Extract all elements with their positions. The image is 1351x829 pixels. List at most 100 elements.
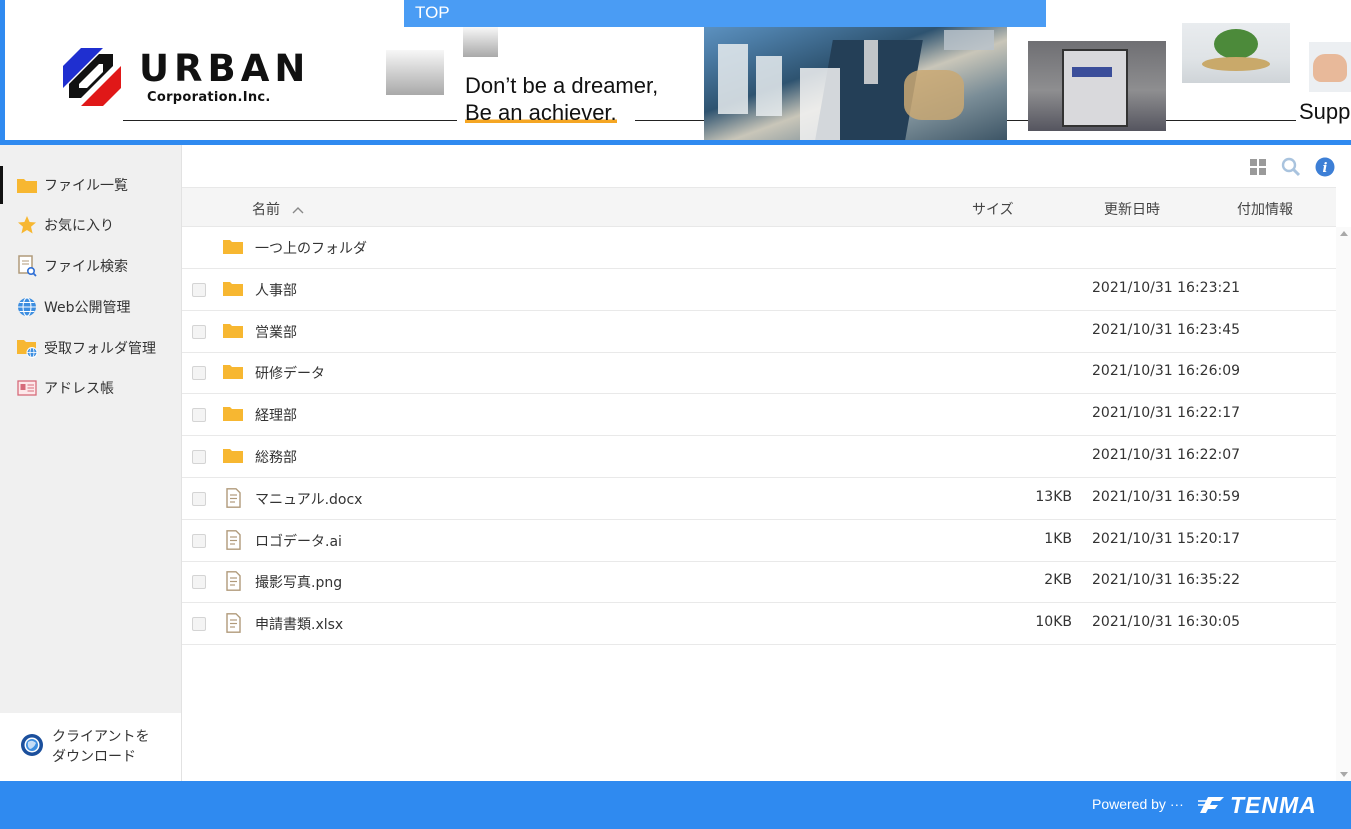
info-button[interactable]: i — [1314, 156, 1336, 178]
file-row[interactable]: 撮影写真.png 2KB 2021/10/31 16:35:22 — [182, 561, 1336, 604]
top-nav-tab[interactable]: TOP — [404, 0, 1046, 27]
sidebar-item-web-publish[interactable]: Web公開管理 — [0, 288, 181, 326]
file-row[interactable]: 申請書類.xlsx 10KB 2021/10/31 16:30:05 — [182, 603, 1336, 646]
slogan-line-1: Don’t be a dreamer, — [465, 73, 659, 98]
sidebar-item-file-list[interactable]: ファイル一覧 — [0, 166, 181, 204]
item-modified: 2021/10/31 16:35:22 — [1092, 572, 1241, 589]
file-browser: i 名前 サイズ 更新日時 付加情報 一つ上のフォルダ 人事部 2021/10/3… — [182, 145, 1351, 781]
grid-view-icon — [1250, 159, 1266, 175]
sidebar-item-label: ファイル検索 — [44, 259, 128, 275]
file-row[interactable]: マニュアル.docx 13KB 2021/10/31 16:30:59 — [182, 478, 1336, 520]
client-download-button[interactable]: クライアントを ダウンロード — [0, 713, 181, 781]
banner-slogan: Don’t be a dreamer, Be an achiever. — [465, 72, 658, 126]
logo-subtitle: Corporation.Inc. — [147, 90, 271, 105]
keyboard-hands-photo — [1309, 42, 1351, 92]
item-size: 1KB — [1044, 530, 1072, 547]
row-checkbox[interactable] — [192, 617, 206, 632]
row-checkbox[interactable] — [192, 533, 206, 548]
sidebar-item-label: アドレス帳 — [44, 381, 114, 397]
sidebar: ファイル一覧 お気に入り ファイル検索 Web公開管理 受取フォルダ管理 アドレ… — [0, 145, 182, 781]
item-name[interactable]: マニュアル.docx — [255, 489, 362, 509]
item-modified: 2021/10/31 15:20:17 — [1092, 530, 1241, 547]
parent-folder-row[interactable]: 一つ上のフォルダ — [182, 227, 1336, 269]
sidebar-item-address-book[interactable]: アドレス帳 — [0, 369, 181, 407]
client-download-line-2: ダウンロード — [52, 749, 136, 765]
item-size: 13KB — [1035, 488, 1072, 505]
item-name[interactable]: 総務部 — [255, 447, 297, 467]
folder-icon — [222, 237, 244, 257]
banner-graphic — [386, 50, 444, 95]
item-name[interactable]: 営業部 — [255, 322, 297, 342]
folder-icon — [222, 321, 244, 341]
row-checkbox[interactable] — [192, 491, 206, 506]
slogan-line-2: Be an achiever. — [465, 100, 617, 125]
scroll-down-arrow-icon[interactable] — [1340, 772, 1348, 777]
column-header-name[interactable]: 名前 — [252, 199, 304, 219]
item-name[interactable]: 申請書類.xlsx — [255, 614, 343, 634]
urban-logo-mark-icon — [63, 48, 121, 106]
item-modified: 2021/10/31 16:22:07 — [1092, 447, 1241, 463]
top-banner: URBAN Corporation.Inc. Don’t be a dreame… — [0, 0, 1351, 145]
tenma-wing-icon — [1198, 797, 1224, 813]
banner-graphic — [463, 27, 498, 57]
file-search-icon — [16, 255, 38, 277]
client-globe-icon — [20, 733, 44, 761]
folder-row[interactable]: 研修データ 2021/10/31 16:26:09 — [182, 352, 1336, 395]
folder-row[interactable]: 経理部 2021/10/31 16:22:17 — [182, 394, 1336, 437]
document-icon — [222, 613, 244, 634]
column-header-size[interactable]: サイズ — [972, 199, 1014, 219]
row-checkbox[interactable] — [192, 324, 206, 339]
folder-icon — [222, 446, 244, 466]
item-modified: 2021/10/31 16:22:17 — [1092, 405, 1241, 422]
item-name[interactable]: 研修データ — [255, 363, 325, 383]
item-size: 2KB — [1044, 572, 1072, 589]
client-download-label: クライアントを ダウンロード — [52, 727, 149, 767]
column-header-modified[interactable]: 更新日時 — [1104, 199, 1160, 219]
office-entrance-photo — [1028, 41, 1166, 131]
search-icon — [1281, 157, 1301, 177]
document-icon — [222, 571, 244, 592]
powered-by-text: Powered by ··· — [1092, 796, 1184, 812]
item-modified: 2021/10/31 16:23:45 — [1092, 321, 1241, 338]
document-icon — [222, 487, 244, 508]
item-name[interactable]: 人事部 — [255, 280, 297, 300]
urban-logo[interactable]: URBAN Corporation.Inc. — [63, 48, 305, 108]
sidebar-item-label: お気に入り — [44, 218, 114, 234]
grid-view-button[interactable] — [1247, 156, 1269, 178]
folder-row[interactable]: 総務部 2021/10/31 16:22:07 — [182, 436, 1336, 478]
row-checkbox[interactable] — [192, 282, 206, 297]
client-download-line-1: クライアントを — [52, 729, 150, 745]
sidebar-item-label: ファイル一覧 — [44, 178, 128, 194]
tenma-logo[interactable]: TENMA — [1198, 790, 1317, 820]
banner-rule — [1166, 120, 1296, 121]
document-icon — [222, 529, 244, 550]
banner-support-text: Suppo — [1299, 99, 1351, 124]
item-name[interactable]: 撮影写真.png — [255, 572, 342, 592]
info-icon: i — [1315, 157, 1335, 177]
office-lounge-photo — [1182, 23, 1290, 83]
item-name[interactable]: ロゴデータ.ai — [255, 531, 342, 551]
banner-rule — [1007, 120, 1029, 121]
file-row[interactable]: ロゴデータ.ai 1KB 2021/10/31 15:20:17 — [182, 520, 1336, 562]
row-checkbox[interactable] — [192, 450, 206, 464]
scroll-up-arrow-icon[interactable] — [1340, 231, 1348, 236]
column-header-extra[interactable]: 付加情報 — [1237, 199, 1293, 219]
search-button[interactable] — [1280, 156, 1302, 178]
column-header-name-label: 名前 — [252, 202, 280, 218]
star-icon — [16, 215, 38, 235]
item-modified: 2021/10/31 16:30:05 — [1092, 614, 1241, 631]
item-name[interactable]: 経理部 — [255, 405, 297, 425]
sidebar-item-file-search[interactable]: ファイル検索 — [0, 247, 181, 285]
row-checkbox[interactable] — [192, 366, 206, 381]
vertical-scrollbar[interactable] — [1336, 227, 1351, 781]
folder-row[interactable]: 人事部 2021/10/31 16:23:21 — [182, 269, 1336, 311]
folder-icon — [222, 404, 244, 424]
row-checkbox[interactable] — [192, 408, 206, 423]
folder-row[interactable]: 営業部 2021/10/31 16:23:45 — [182, 311, 1336, 353]
folder-icon — [222, 279, 244, 299]
sidebar-item-favorites[interactable]: お気に入り — [0, 206, 181, 244]
row-checkbox[interactable] — [192, 575, 206, 590]
svg-text:i: i — [1323, 161, 1328, 176]
item-size: 10KB — [1035, 614, 1072, 631]
sidebar-item-receive-folder[interactable]: 受取フォルダ管理 — [0, 329, 181, 367]
